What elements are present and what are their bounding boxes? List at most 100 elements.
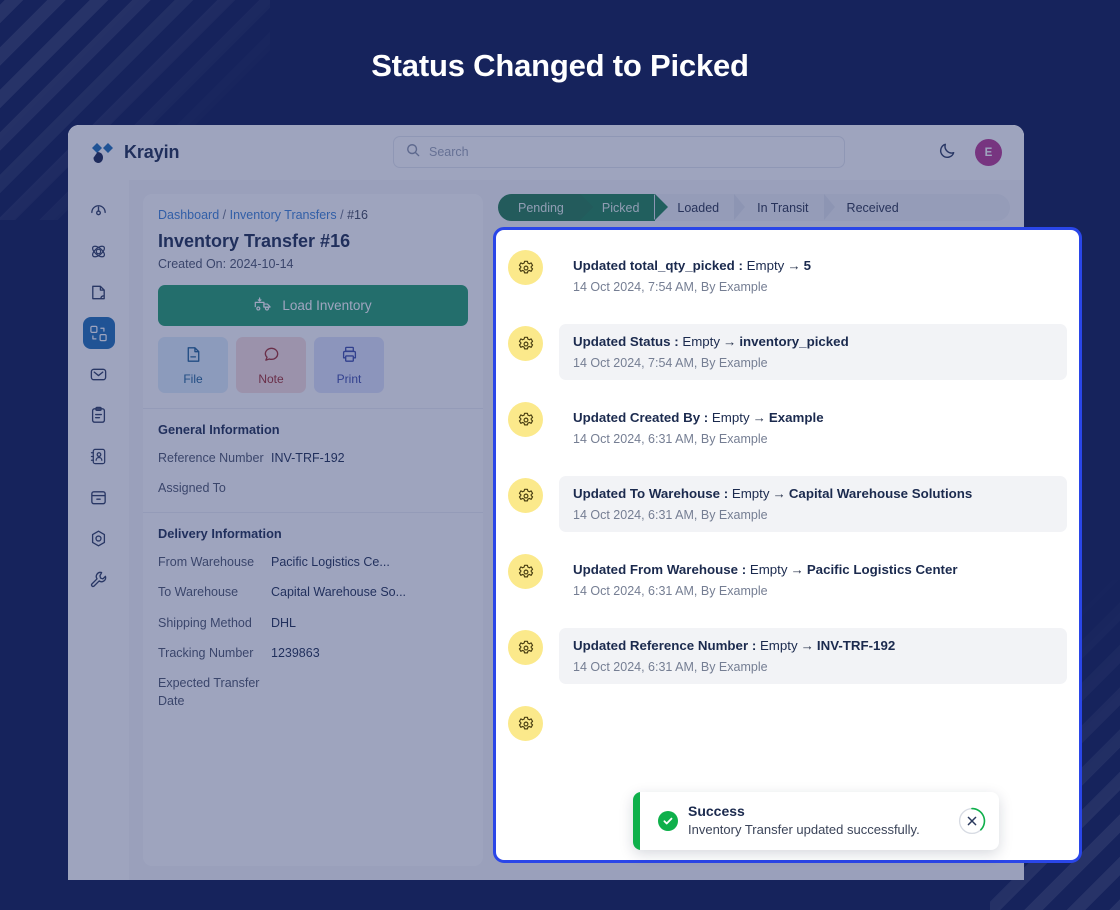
activity-meta: 14 Oct 2024, 6:31 AM, By Example (573, 584, 768, 598)
toast-message: Inventory Transfer updated successfully. (688, 821, 920, 837)
sidebar-item-settings[interactable] (83, 522, 115, 554)
general-information-heading: General Information (158, 422, 280, 437)
activity-body: Updated Status : Empty → inventory_picked … (559, 324, 1067, 380)
step-label: Picked (601, 200, 640, 215)
gear-icon (508, 250, 543, 285)
step-in-transit[interactable]: In Transit (734, 194, 824, 221)
field-label: From Warehouse (158, 555, 255, 570)
activity-to: INV-TRF-192 (816, 638, 896, 653)
activity-field: Updated To Warehouse : (573, 486, 732, 501)
status-stepper: Pending Picked Loaded In Transit Receive… (498, 194, 1010, 221)
activity-body: Updated From Warehouse : Empty → Pacific L… (559, 552, 1067, 608)
activity-to: Capital Warehouse Solutions (788, 486, 973, 501)
print-button[interactable]: Print (314, 337, 384, 393)
activity-row[interactable]: Updated To Warehouse : Empty → Capital War… (508, 466, 1067, 542)
sidebar-item-inventory-transfers[interactable] (82, 317, 115, 349)
gear-icon (508, 554, 543, 589)
field-expected-transfer-date: Expected Transfer Date (158, 674, 468, 710)
sidebar-item-configure[interactable] (83, 563, 115, 595)
activity-row[interactable]: Updated Created By : Empty → Example 14 Oc… (508, 390, 1067, 466)
sidebar-item-quotes[interactable] (83, 276, 115, 308)
sidebar-item-leads[interactable] (83, 235, 115, 267)
step-label: Received (846, 200, 899, 215)
activity-text: Updated Reference Number : Empty → INV-TRF… (573, 638, 1053, 653)
activity-body (559, 704, 1067, 731)
activity-text: Updated total_qty_picked : Empty → 5 (573, 258, 1053, 273)
step-pending[interactable]: Pending (498, 194, 593, 221)
arrow-icon: → (752, 410, 766, 425)
activity-field: Updated Created By : (573, 410, 712, 425)
delivery-information-heading: Delivery Information (158, 526, 282, 542)
step-label: Loaded (677, 200, 720, 215)
activity-row[interactable]: Updated Status : Empty → inventory_picked … (508, 314, 1067, 390)
activity-from: Empty (731, 486, 770, 501)
field-value: DHL (271, 615, 297, 630)
activity-row[interactable] (508, 694, 1067, 751)
file-button[interactable]: File (158, 337, 228, 393)
gear-icon (508, 630, 543, 665)
breadcrumb-inventory-transfers[interactable]: Inventory Transfers (230, 208, 337, 222)
gear-icon (508, 326, 543, 361)
activity-row[interactable]: Updated Reference Number : Empty → INV-TRF… (508, 618, 1067, 694)
activity-text: Updated Created By : Empty → Example (573, 410, 1053, 425)
activity-meta: 14 Oct 2024, 6:31 AM, By Example (573, 508, 768, 522)
field-tracking-number: Tracking Number 1239863 (158, 644, 468, 662)
load-inventory-button[interactable]: Load Inventory (158, 285, 468, 326)
general-information-section: General Information Reference Number INV… (143, 408, 483, 512)
search-box[interactable]: Search (393, 136, 845, 168)
note-button[interactable]: Note (236, 337, 306, 393)
gear-icon (508, 402, 543, 437)
activity-to: 5 (803, 258, 812, 273)
sidebar-item-contacts[interactable] (83, 440, 115, 472)
activity-to: Pacific Logistics Center (806, 562, 958, 577)
field-label: Expected Transfer Date (158, 675, 260, 708)
field-label: Reference Number (158, 451, 264, 465)
brand-name: Krayin (124, 142, 180, 162)
breadcrumb-dashboard[interactable]: Dashboard (158, 208, 219, 222)
activity-row[interactable]: Updated total_qty_picked : Empty → 5 14 Oc… (508, 238, 1067, 314)
brand[interactable]: Krayin (90, 142, 290, 164)
krayin-logo-icon (90, 142, 115, 164)
file-icon (184, 345, 203, 367)
avatar[interactable]: E (975, 139, 1002, 166)
print-label: Print (336, 371, 362, 386)
activity-row[interactable]: Updated From Warehouse : Empty → Pacific L… (508, 542, 1067, 618)
activity-field: Updated Reference Number : (573, 638, 760, 653)
activity-from: Empty (746, 258, 785, 273)
print-icon (340, 345, 359, 367)
note-icon (262, 345, 281, 367)
toast-text: Success Inventory Transfer updated succe… (688, 803, 958, 838)
dark-mode-toggle[interactable] (938, 141, 957, 165)
close-icon[interactable] (958, 807, 986, 835)
activity-meta: 14 Oct 2024, 6:31 AM, By Example (573, 432, 768, 446)
sidebar-item-dashboard[interactable] (83, 194, 115, 226)
success-toast: Success Inventory Transfer updated succe… (633, 792, 999, 850)
activity-text: Updated Status : Empty → inventory_picked (573, 334, 1053, 349)
field-assigned-to: Assigned To (158, 479, 468, 497)
breadcrumb-separator-1: / (222, 208, 227, 222)
activity-meta: 14 Oct 2024, 6:31 AM, By Example (573, 660, 768, 674)
field-from-warehouse: From Warehouse Pacific Logistics Ce... (158, 553, 468, 571)
sidebar-item-mail[interactable] (83, 358, 115, 390)
step-label: Pending (518, 200, 564, 215)
quick-action-row: File Note Print (158, 337, 468, 393)
field-label: Assigned To (158, 481, 226, 496)
gear-icon (508, 706, 543, 741)
arrow-icon: → (800, 638, 814, 653)
activity-to: Example (768, 410, 824, 425)
activity-text: Updated To Warehouse : Empty → Capital War… (573, 486, 1053, 501)
file-label: File (183, 371, 203, 386)
sidebar-item-activities[interactable] (83, 399, 115, 431)
activity-from: Empty (711, 410, 750, 425)
detail-card: Dashboard / Inventory Transfers / #16 In… (143, 194, 483, 866)
field-value: 1239863 (271, 645, 320, 660)
search-placeholder: Search (429, 145, 469, 159)
load-inventory-label: Load Inventory (282, 298, 372, 313)
activity-body: Updated Created By : Empty → Example 14 Oc… (559, 400, 1067, 456)
step-received[interactable]: Received (823, 194, 915, 221)
sidebar-item-products[interactable] (83, 481, 115, 513)
field-value: Pacific Logistics Ce... (271, 555, 390, 570)
activity-field: Updated From Warehouse : (573, 562, 750, 577)
activity-meta: 14 Oct 2024, 7:54 AM, By Example (573, 280, 768, 294)
step-label: In Transit (757, 200, 809, 215)
